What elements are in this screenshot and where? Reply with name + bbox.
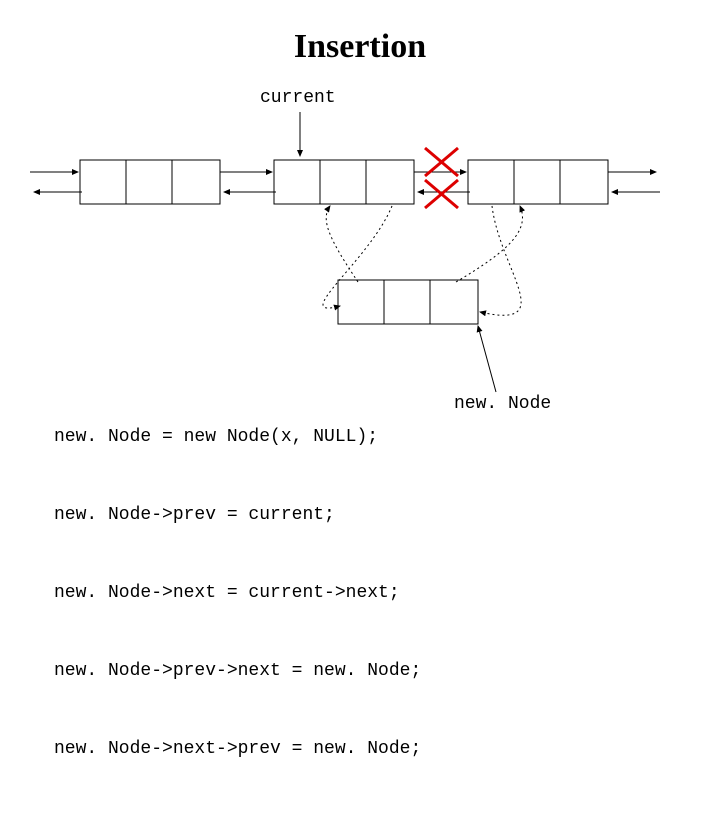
code-line-2: new. Node->prev = current; [54,502,421,528]
code-block: new. Node = new Node(x, NULL); new. Node… [54,372,421,814]
right-node [468,160,608,204]
newnode-pointer-arrow [478,326,496,392]
new-node [338,280,478,324]
left-node [80,160,220,204]
current-node [274,160,414,204]
code-line-5: new. Node->next->prev = new. Node; [54,736,421,762]
code-line-4: new. Node->prev->next = new. Node; [54,658,421,684]
cross-out-icon [425,148,458,208]
code-line-1: new. Node = new Node(x, NULL); [54,424,421,450]
diagram-stage: Insertion current new. Node [0,0,720,540]
code-line-3: new. Node->next = current->next; [54,580,421,606]
